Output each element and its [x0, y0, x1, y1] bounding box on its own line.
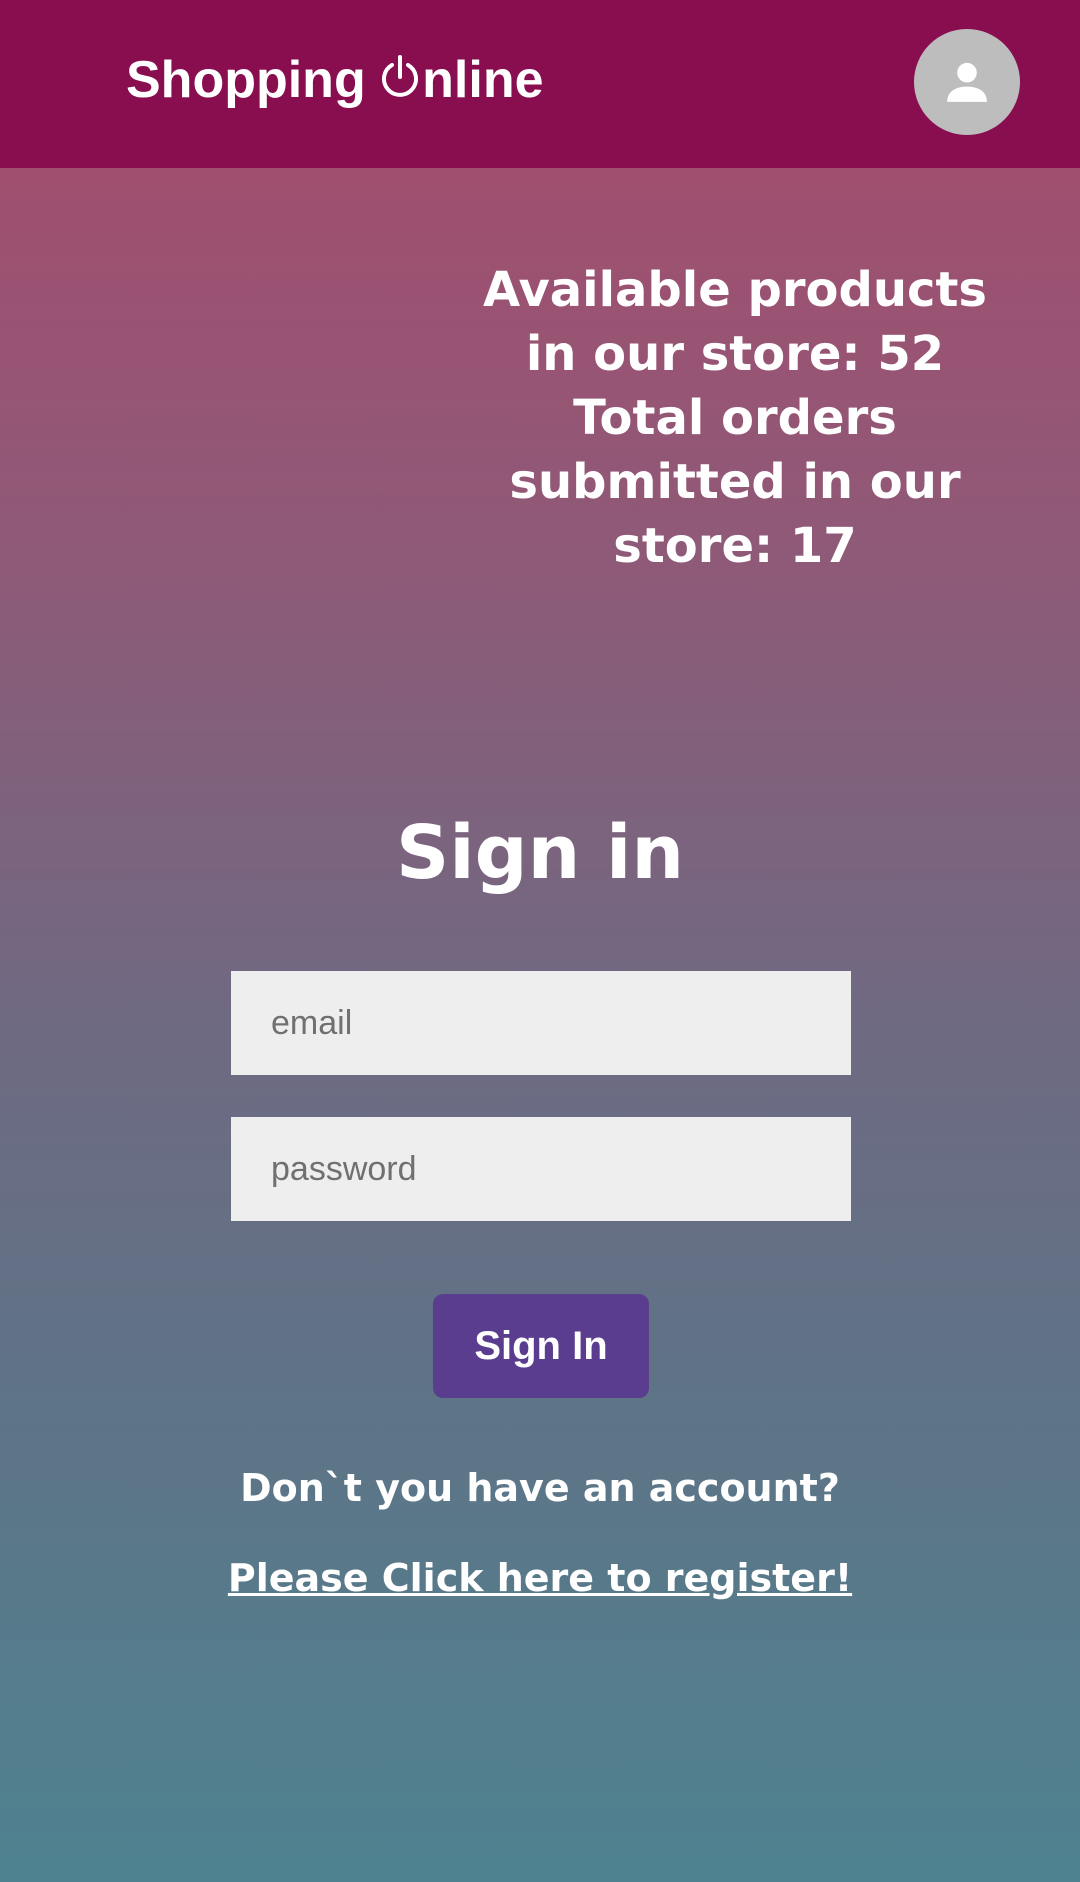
stats-line: Total orders — [573, 390, 897, 446]
user-icon — [947, 62, 987, 102]
email-field[interactable] — [231, 971, 851, 1075]
stats-line: submitted in our — [509, 454, 961, 510]
brand-suffix: nline — [422, 51, 544, 109]
stats-line: in our store: 52 — [525, 326, 945, 382]
stats-line: Available products — [483, 262, 987, 318]
brand-logo[interactable]: Shopping nline — [126, 50, 544, 110]
top-app-bar: Shopping nline — [0, 0, 1080, 168]
stats-line: store: 17 — [613, 518, 857, 574]
no-account-text: Don`t you have an account? — [240, 1466, 840, 1510]
account-avatar-button[interactable] — [914, 29, 1020, 135]
store-stats: Available products in our store: 52 Tota… — [460, 258, 1010, 578]
power-icon — [380, 52, 420, 97]
brand-prefix: Shopping — [126, 51, 381, 109]
register-link[interactable]: Please Click here to register! — [0, 1556, 1080, 1600]
signin-title: Sign in — [395, 810, 685, 896]
password-field[interactable] — [231, 1117, 851, 1221]
signin-button[interactable]: Sign In — [433, 1294, 649, 1398]
